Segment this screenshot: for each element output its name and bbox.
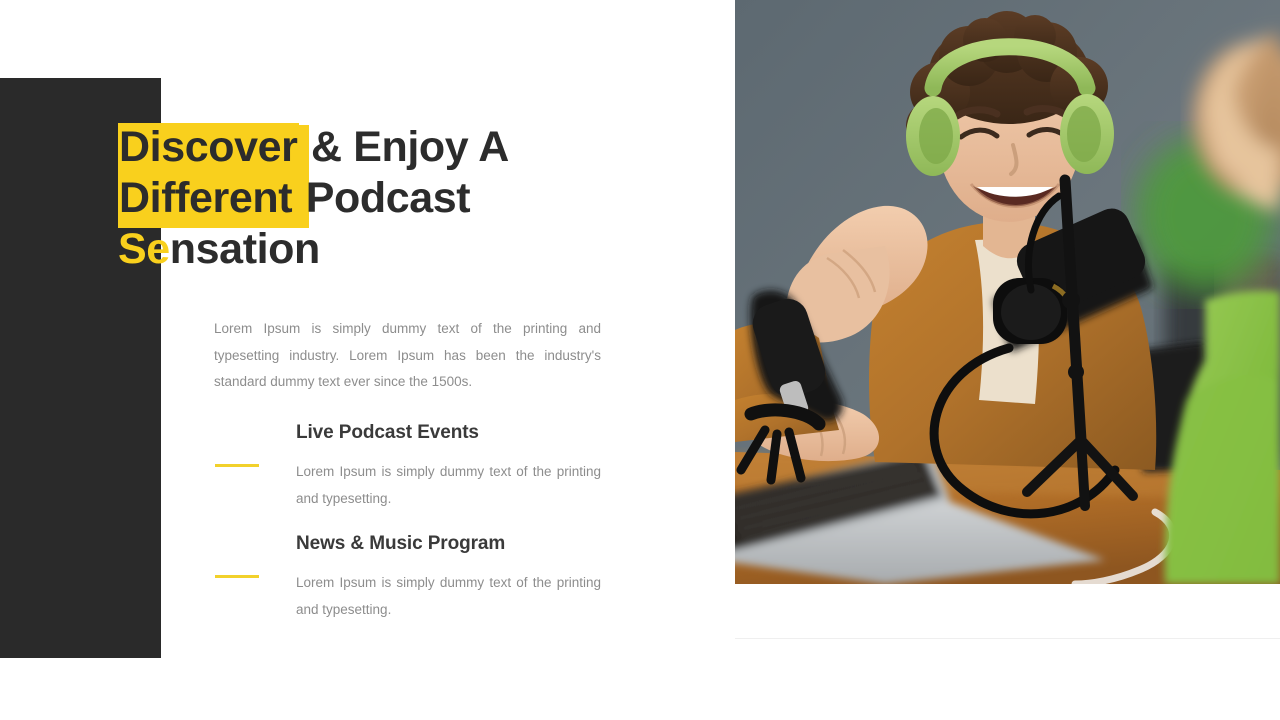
headline-accent-se: Se (118, 225, 170, 273)
headline-highlight-different: Different (118, 174, 295, 222)
headline-rest-2: Podcast (294, 174, 471, 222)
feature-title: News & Music Program (296, 533, 506, 554)
bottom-divider (735, 638, 1280, 639)
feature-dash-icon (215, 464, 259, 467)
feature-item-live-podcast-events: Live Podcast Events Lorem Ipsum is simpl… (214, 420, 614, 512)
hero-photo-illustration (735, 0, 1280, 584)
hero-photo (735, 0, 1280, 584)
headline-rest-3: nsation (169, 225, 320, 273)
feature-title: Live Podcast Events (296, 422, 479, 443)
headline-highlight-discover: Discover (118, 123, 300, 171)
feature-item-news-music-program: News & Music Program Lorem Ipsum is simp… (214, 531, 614, 623)
headline-rest-1: & Enjoy A (299, 123, 509, 171)
feature-text: Lorem Ipsum is simply dummy text of the … (296, 575, 601, 617)
headline-line-3: Sensation (118, 224, 678, 275)
feature-text: Lorem Ipsum is simply dummy text of the … (296, 464, 601, 506)
feature-body: News & Music Program Lorem Ipsum is simp… (296, 531, 601, 623)
lead-paragraph: Lorem Ipsum is simply dummy text of the … (214, 321, 601, 389)
page-title: Discover & Enjoy A Different Podcast Sen… (118, 122, 678, 275)
content-column: Discover & Enjoy A Different Podcast Sen… (0, 0, 735, 720)
slide-root: Discover & Enjoy A Different Podcast Sen… (0, 0, 1280, 720)
headline-line-2: Different Podcast (118, 173, 678, 224)
headline-line-1: Discover & Enjoy A (118, 122, 678, 173)
feature-dash-icon (215, 575, 259, 578)
feature-body: Live Podcast Events Lorem Ipsum is simpl… (296, 420, 601, 512)
